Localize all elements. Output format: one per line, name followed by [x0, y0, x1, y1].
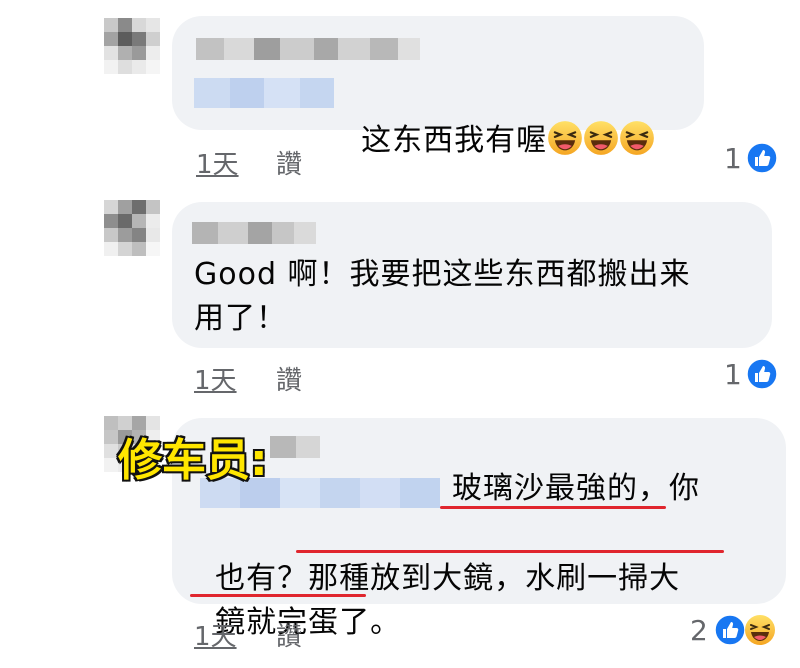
like-action[interactable]: 讚: [276, 144, 302, 181]
like-icon[interactable]: [714, 614, 746, 646]
like-icon[interactable]: [746, 358, 778, 390]
comment-time[interactable]: 1天: [194, 360, 237, 397]
reaction-count[interactable]: 1: [724, 142, 742, 175]
comment-text: 这东西我有喔: [340, 72, 655, 164]
highlight-underline: [440, 506, 666, 509]
haha-icon: [619, 120, 655, 156]
avatar[interactable]: [104, 200, 160, 256]
avatar[interactable]: [104, 18, 160, 74]
comment-text-line: Good 啊！我要把这些东西都搬出来: [194, 257, 691, 292]
haha-icon[interactable]: [744, 614, 776, 646]
comment-text-content: 这东西我有喔: [361, 123, 548, 158]
haha-icon: [547, 120, 583, 156]
comment-time[interactable]: 1天: [196, 144, 239, 181]
like-icon[interactable]: [746, 142, 778, 174]
comment-time[interactable]: 1天: [194, 616, 237, 653]
haha-icon: [583, 120, 619, 156]
comment-text-line: 用了！: [194, 301, 287, 336]
highlight-underline: [296, 550, 724, 553]
highlight-underline: [190, 594, 366, 597]
overlay-caption: 修车员:: [117, 434, 270, 488]
author-name[interactable]: [196, 38, 420, 60]
like-action[interactable]: 讚: [276, 616, 302, 653]
reaction-count[interactable]: 2: [690, 614, 708, 647]
like-action[interactable]: 讚: [276, 360, 302, 397]
mention-tag[interactable]: [194, 78, 334, 108]
comment-text-segment: 。: [370, 605, 402, 640]
author-name[interactable]: [192, 222, 316, 244]
reaction-count[interactable]: 1: [724, 358, 742, 391]
author-name[interactable]: [270, 436, 320, 458]
